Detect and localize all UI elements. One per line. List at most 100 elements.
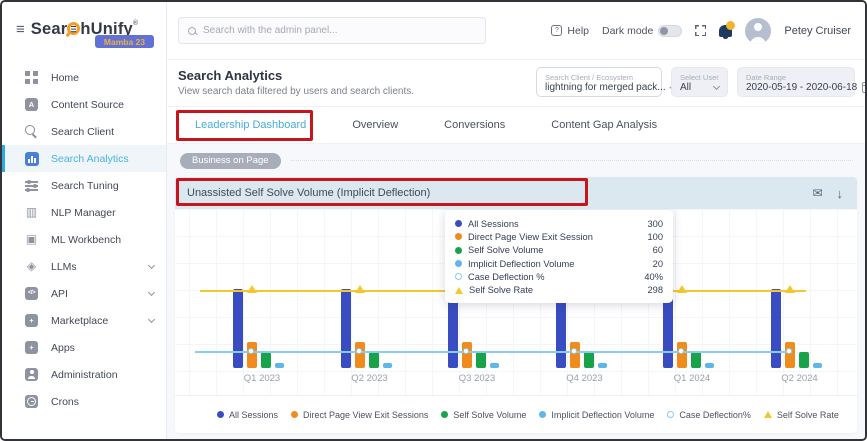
content-source-icon: A: [24, 98, 39, 111]
case-deflection-marker[interactable]: [678, 348, 684, 354]
bar-implicit-deflection-volume[interactable]: [598, 363, 607, 368]
page-title: Search Analytics: [178, 68, 414, 83]
bar-all-sessions[interactable]: [341, 289, 351, 368]
series-hollow-circle-icon: [455, 273, 462, 280]
tab-overview[interactable]: Overview: [352, 119, 398, 131]
tabs-bar: Leadership Dashboard Overview Conversions C…: [167, 107, 865, 144]
select-user-filter-value: All: [680, 82, 691, 93]
dotted-divider: [291, 160, 853, 161]
select-user-filter[interactable]: Select User All: [671, 67, 728, 97]
search-client-icon: [24, 125, 39, 138]
sidebar-item-llms[interactable]: ◈LLMs: [2, 253, 166, 280]
sidebar-item-nlp-manager[interactable]: ▥NLP Manager: [2, 199, 166, 226]
case-deflection-marker[interactable]: [571, 348, 577, 354]
bar-self-solve-volume[interactable]: [584, 352, 594, 368]
case-deflection-marker[interactable]: [786, 348, 792, 354]
bar-direct-page-view-exit-sessions[interactable]: [677, 342, 687, 368]
sidebar-item-search-tuning[interactable]: Search Tuning: [2, 172, 166, 199]
search-client-filter[interactable]: Search Client / Ecosystem lightning for …: [536, 67, 662, 97]
legend-item-self-solve-volume[interactable]: Self Solve Volume: [441, 410, 526, 420]
series-dot-icon: [539, 411, 546, 418]
sidebar-item-label: API: [51, 288, 149, 300]
dark-mode-toggle[interactable]: [658, 25, 682, 37]
bar-direct-page-view-exit-sessions[interactable]: [355, 342, 365, 368]
tab-content-gap-analysis[interactable]: Content Gap Analysis: [551, 119, 657, 131]
tooltip-series-value: 298: [647, 285, 663, 295]
bar-implicit-deflection-volume[interactable]: [705, 363, 714, 368]
chart-panel: Unassisted Self Solve Volume (Implicit D…: [175, 177, 857, 433]
bar-direct-page-view-exit-sessions[interactable]: [785, 342, 795, 368]
case-deflection-marker[interactable]: [248, 348, 254, 354]
bar-all-sessions[interactable]: [771, 289, 781, 368]
email-report-icon[interactable]: ✉: [812, 187, 822, 199]
self-solve-rate-marker[interactable]: [677, 285, 687, 293]
sidebar-item-search-client[interactable]: Search Client: [2, 118, 166, 145]
notification-bell-icon[interactable]: [719, 25, 732, 37]
bar-direct-page-view-exit-sessions[interactable]: [570, 342, 580, 368]
chevron-down-icon: [148, 316, 155, 323]
bar-direct-page-view-exit-sessions[interactable]: [247, 342, 257, 368]
bar-implicit-deflection-volume[interactable]: [813, 363, 822, 368]
sidebar-item-label: Search Tuning: [51, 180, 154, 192]
bar-direct-page-view-exit-sessions[interactable]: [462, 342, 472, 368]
help-button[interactable]: ?Help: [551, 25, 589, 37]
user-avatar[interactable]: [745, 18, 771, 44]
sidebar-item-crons[interactable]: Crons: [2, 388, 166, 415]
self-solve-rate-marker[interactable]: [355, 285, 365, 293]
sidebar-item-label: Administration: [51, 369, 154, 381]
sidebar: ≡ SearhUnify® Mamba 23 HomeAContent Sour…: [2, 2, 167, 439]
sidebar-item-search-analytics[interactable]: Search Analytics: [2, 145, 166, 172]
download-icon[interactable]: ↓: [837, 187, 844, 200]
sidebar-item-label: Search Client: [51, 126, 154, 138]
series-triangle-icon: [764, 411, 772, 418]
sidebar-item-api[interactable]: </>API: [2, 280, 166, 307]
bar-implicit-deflection-volume[interactable]: [275, 363, 284, 368]
sidebar-item-content-source[interactable]: AContent Source: [2, 91, 166, 118]
bar-self-solve-volume[interactable]: [476, 352, 486, 368]
tab-conversions[interactable]: Conversions: [444, 119, 505, 131]
x-axis-label: Q3 2023: [437, 373, 517, 384]
admin-search-box[interactable]: [178, 17, 486, 44]
sidebar-item-apps[interactable]: +Apps: [2, 334, 166, 361]
legend-label: Implicit Deflection Volume: [551, 410, 654, 420]
bar-self-solve-volume[interactable]: [799, 352, 809, 368]
bar-implicit-deflection-volume[interactable]: [490, 363, 499, 368]
fullscreen-icon[interactable]: [695, 25, 706, 36]
tooltip-series-value: 20: [653, 259, 663, 269]
search-input[interactable]: [203, 25, 476, 36]
date-range-filter[interactable]: Date Range 2020-05-19 - 2020-06-18: [737, 67, 855, 97]
bar-self-solve-volume[interactable]: [369, 352, 379, 368]
sidebar-item-ml-workbench[interactable]: ▣ML Workbench: [2, 226, 166, 253]
sidebar-item-home[interactable]: Home: [2, 64, 166, 91]
sidebar-item-label: Marketplace: [51, 315, 149, 327]
legend-item-case-deflection[interactable]: Case Deflection%: [667, 410, 751, 420]
self-solve-rate-marker[interactable]: [785, 285, 795, 293]
apps-icon: +: [24, 341, 39, 354]
case-deflection-line[interactable]: [195, 351, 792, 353]
chevron-down-icon: [148, 262, 155, 269]
bar-all-sessions[interactable]: [233, 289, 243, 368]
legend-item-self-solve-rate[interactable]: Self Solve Rate: [764, 410, 839, 420]
case-deflection-marker[interactable]: [463, 348, 469, 354]
bar-implicit-deflection-volume[interactable]: [383, 363, 392, 368]
legend-item-all-sessions[interactable]: All Sessions: [217, 410, 278, 420]
logo-magnifier-icon: [67, 22, 80, 35]
tab-leadership-dashboard[interactable]: Leadership Dashboard: [195, 119, 306, 131]
tooltip-series-label: Self Solve Rate: [469, 285, 533, 295]
legend-label: Self Solve Rate: [777, 410, 839, 420]
legend-item-direct-page-view-exit-sessions[interactable]: Direct Page View Exit Sessions: [291, 410, 428, 420]
hamburger-menu-icon[interactable]: ≡: [16, 21, 25, 38]
self-solve-rate-marker[interactable]: [247, 285, 257, 293]
bar-self-solve-volume[interactable]: [261, 352, 271, 368]
chart-panel-header: Unassisted Self Solve Volume (Implicit D…: [175, 177, 857, 209]
case-deflection-marker[interactable]: [356, 348, 362, 354]
chart-panel-title: Unassisted Self Solve Volume (Implicit D…: [187, 187, 430, 199]
sidebar-item-marketplace[interactable]: +Marketplace: [2, 307, 166, 334]
bar-self-solve-volume[interactable]: [691, 352, 701, 368]
search-analytics-icon: [24, 152, 39, 166]
legend-label: Direct Page View Exit Sessions: [303, 410, 428, 420]
business-on-page-pill[interactable]: Business on Page: [180, 153, 281, 169]
sidebar-item-administration[interactable]: Administration: [2, 361, 166, 388]
tooltip-row: Implicit Deflection Volume20: [455, 257, 663, 270]
legend-item-implicit-deflection-volume[interactable]: Implicit Deflection Volume: [539, 410, 654, 420]
